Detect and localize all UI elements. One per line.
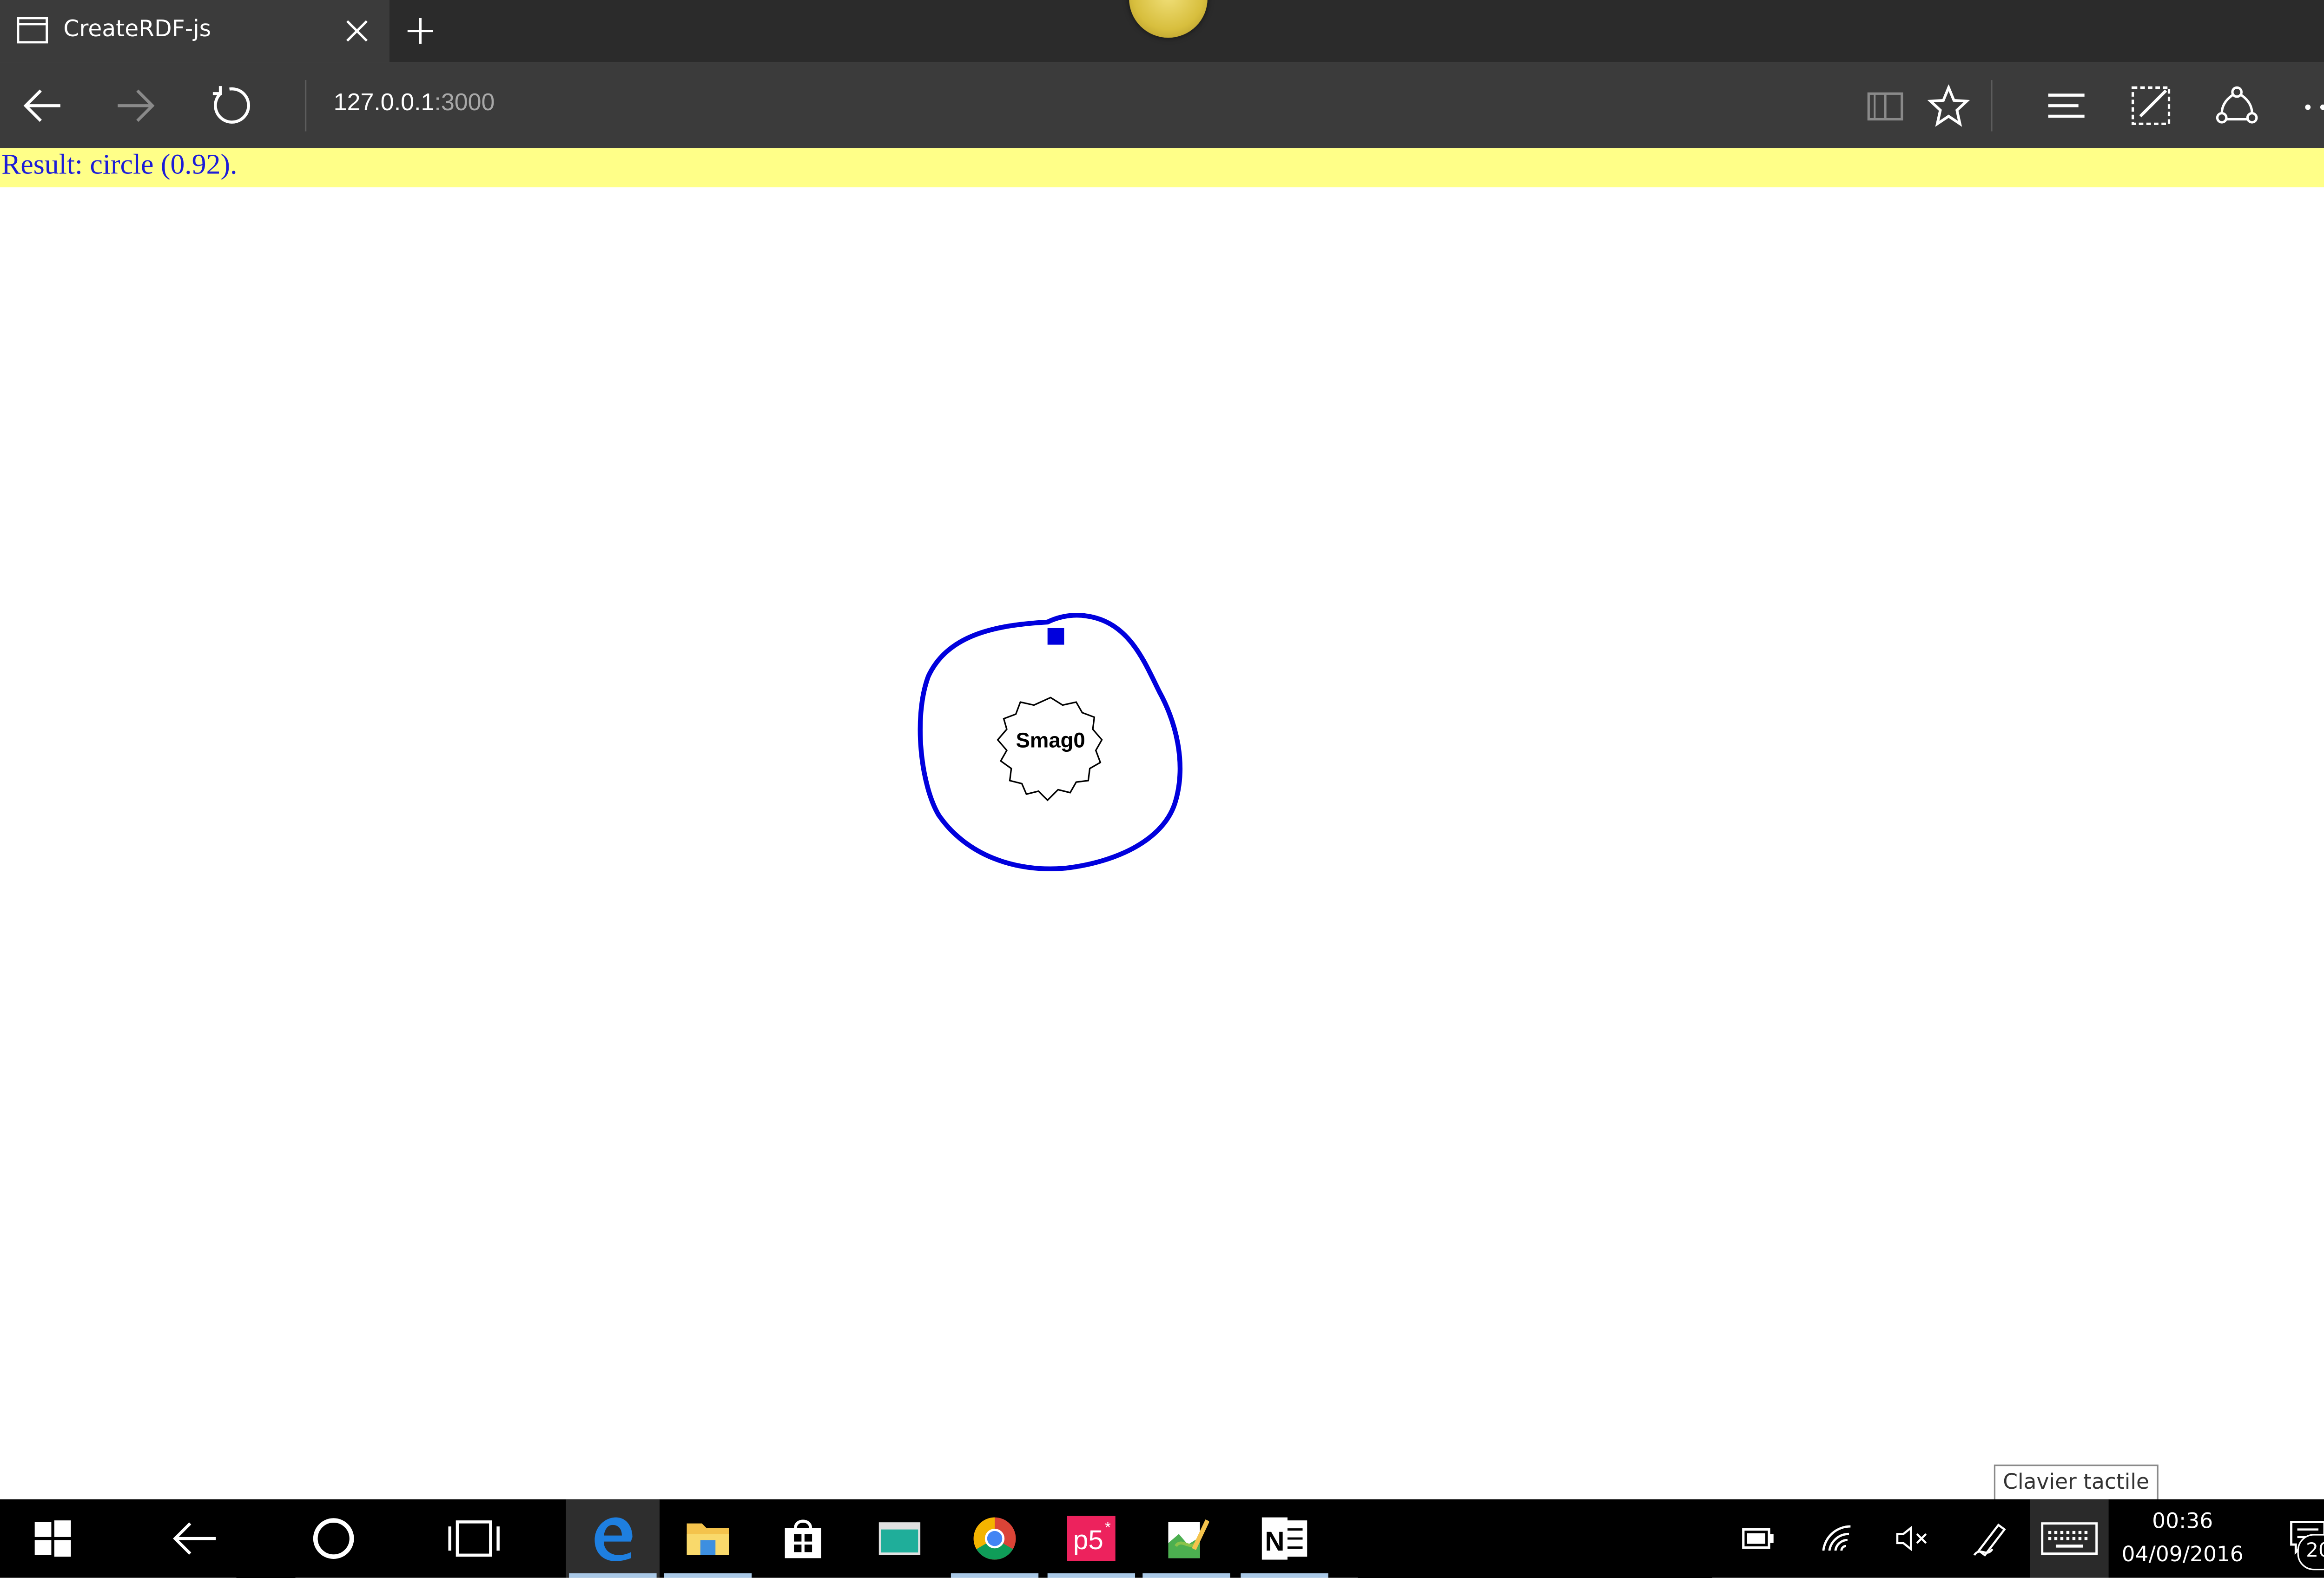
notification-count-badge: 20: [2297, 1534, 2324, 1571]
chrome-icon: [973, 1517, 1016, 1560]
keyboard-icon: [2041, 1522, 2098, 1555]
clock-time[interactable]: 00:36: [2113, 1510, 2252, 1534]
touch-keyboard-button[interactable]: [2030, 1499, 2109, 1578]
active-indicator: [1142, 1573, 1230, 1578]
active-indicator: [951, 1573, 1039, 1578]
taskbar: p5 * N: [0, 1499, 2324, 1578]
active-indicator: [1047, 1573, 1136, 1578]
active-indicator: [664, 1573, 752, 1578]
terminal-icon: [878, 1522, 921, 1555]
taskbar-terminal[interactable]: [853, 1499, 946, 1578]
p5-icon: p5 *: [1067, 1516, 1116, 1561]
taskbar-onenote[interactable]: N: [1238, 1499, 1331, 1578]
onenote-icon: N: [1261, 1517, 1307, 1560]
taskbar-store[interactable]: [756, 1499, 850, 1578]
tooltip: Clavier tactile: [1994, 1464, 2159, 1501]
back-arrow-icon: [173, 1522, 216, 1555]
node-label: Smag0: [1016, 728, 1085, 752]
store-icon: [785, 1519, 821, 1558]
stroke-start-marker: [1047, 628, 1064, 645]
cortana-icon: [313, 1518, 354, 1559]
image-editor-icon: [1168, 1519, 1209, 1558]
task-view-button[interactable]: [427, 1499, 521, 1578]
clock-date[interactable]: 04/09/2016: [2113, 1543, 2252, 1567]
file-explorer-icon: [687, 1523, 729, 1555]
drawing-canvas[interactable]: [0, 0, 2324, 1578]
svg-text:*: *: [1105, 1519, 1111, 1536]
windows-start-icon: [34, 1520, 71, 1557]
taskbar-file-explorer[interactable]: [661, 1499, 754, 1578]
volume-muted-icon[interactable]: [1894, 1524, 1930, 1554]
screen: CreateRDF-js 127.0.0.1:3000 Result: circ…: [0, 0, 2324, 1578]
wifi-icon[interactable]: [1820, 1524, 1853, 1554]
taskbar-image-editor[interactable]: [1140, 1499, 1233, 1578]
edge-icon: [594, 1517, 633, 1561]
start-button[interactable]: [0, 1499, 106, 1578]
active-indicator: [569, 1573, 657, 1578]
svg-text:N: N: [1265, 1526, 1284, 1557]
taskbar-p5[interactable]: p5 *: [1044, 1499, 1138, 1578]
pen-icon[interactable]: [1971, 1519, 2010, 1558]
taskbar-back-button[interactable]: [148, 1499, 241, 1578]
cortana-button[interactable]: [287, 1499, 380, 1578]
battery-icon[interactable]: [1742, 1526, 1775, 1551]
svg-text:p5: p5: [1073, 1525, 1103, 1555]
task-view-icon: [448, 1520, 500, 1557]
active-indicator: [1241, 1573, 1328, 1578]
taskbar-edge[interactable]: [566, 1499, 660, 1578]
taskbar-chrome[interactable]: [948, 1499, 1041, 1578]
